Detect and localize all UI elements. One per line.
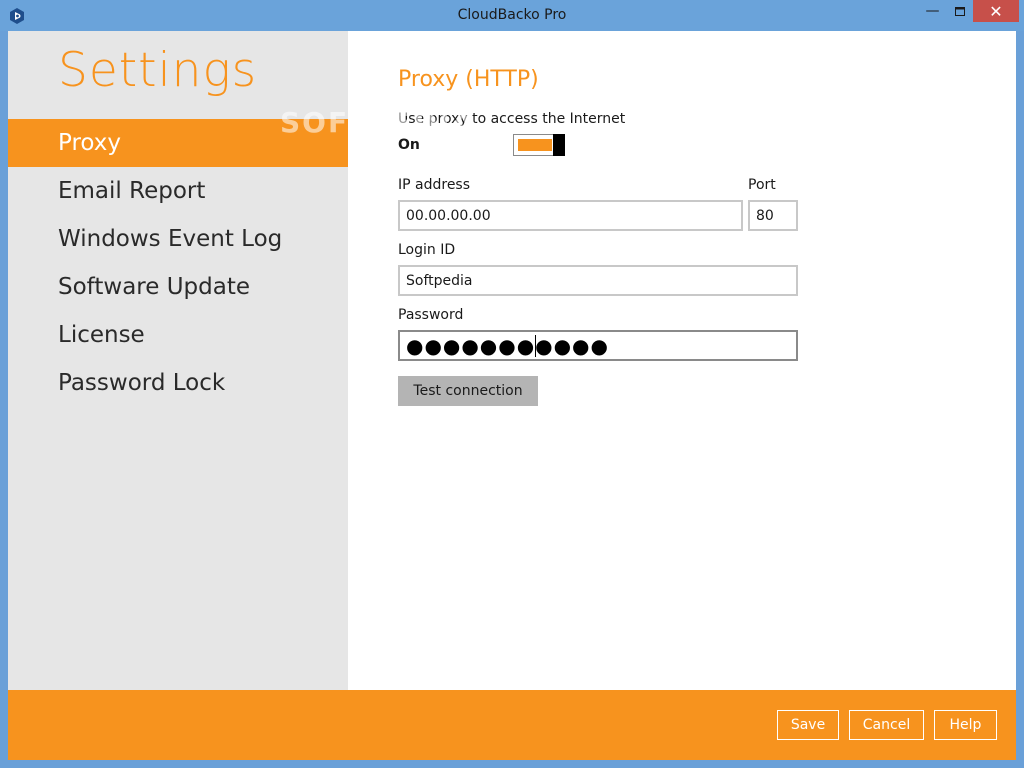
text-caret [535,335,536,357]
sidebar-item-password-lock[interactable]: Password Lock [8,359,348,407]
sidebar-item-proxy[interactable]: Proxy [8,119,348,167]
client-area: Settings Proxy Email Report Windows Even… [8,31,1016,760]
close-button[interactable]: ✕ [973,0,1019,22]
cancel-button[interactable]: Cancel [849,710,924,740]
toggle-state-label: On [398,137,420,153]
login-id-field[interactable] [398,265,798,296]
app-window: CloudBacko Pro — ✕ Settings Proxy Email … [0,0,1024,768]
password-masked-value: ●●●●●●●●●●● [406,334,609,358]
sidebar-item-email-report[interactable]: Email Report [8,167,348,215]
minimize-icon: — [925,3,940,19]
title-bar[interactable]: CloudBacko Pro — ✕ [0,0,1024,31]
window-title: CloudBacko Pro [457,7,567,23]
maximize-button[interactable] [946,0,973,22]
port-field[interactable] [748,200,798,231]
section-title: Proxy (HTTP) [398,67,539,92]
test-connection-button[interactable]: Test connection [398,376,538,406]
sidebar-item-windows-event-log[interactable]: Windows Event Log [8,215,348,263]
toggle-thumb[interactable] [553,134,565,156]
toggle-fill [518,139,552,151]
footer-bar: Save Cancel Help [8,690,1016,760]
ip-address-label: IP address [398,177,471,193]
use-proxy-toggle[interactable] [513,134,565,156]
ip-address-field[interactable] [398,200,743,231]
port-label: Port [748,177,776,193]
close-icon: ✕ [989,1,1003,21]
password-label: Password [398,307,464,323]
sidebar-item-software-update[interactable]: Software Update [8,263,348,311]
settings-title: Settings [58,43,258,98]
maximize-icon [954,6,965,16]
password-field[interactable]: ●●●●●●●●●●● [398,330,798,361]
help-button[interactable]: Help [934,710,997,740]
login-id-label: Login ID [398,242,456,258]
settings-sidebar: Settings Proxy Email Report Windows Even… [8,31,348,690]
sidebar-item-license[interactable]: License [8,311,348,359]
use-proxy-label: Use proxy to access the Internet [398,111,626,127]
minimize-button[interactable]: — [919,0,946,22]
save-button[interactable]: Save [777,710,839,740]
